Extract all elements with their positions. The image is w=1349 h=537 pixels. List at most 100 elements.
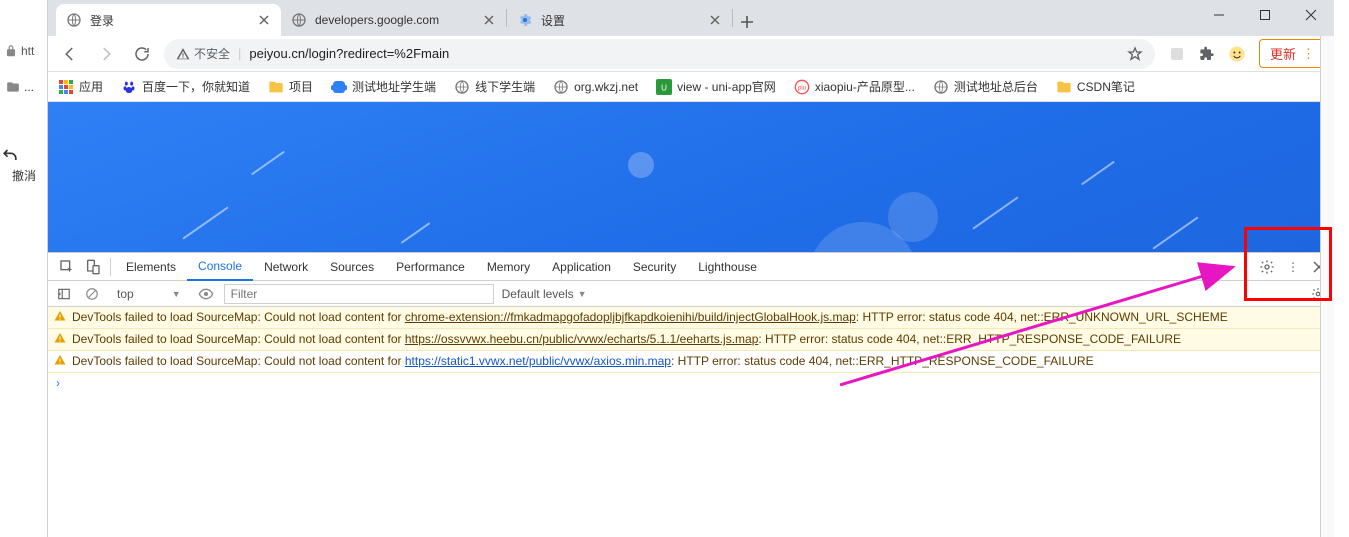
bookmark-label: xiaopiu-产品原型... (815, 78, 915, 95)
message-text: DevTools failed to load SourceMap: Could… (72, 310, 405, 324)
brain-icon (331, 79, 347, 95)
new-tab-button[interactable] (733, 8, 761, 36)
clear-console-icon[interactable] (82, 287, 102, 301)
uni-icon: U (656, 79, 672, 95)
message-text: : HTTP error: status code 404, net::ERR_… (758, 332, 1181, 346)
chevron-down-icon: ▼ (578, 289, 587, 299)
maximize-button[interactable] (1242, 0, 1288, 30)
bookmark-item[interactable]: piu xiaopiu-产品原型... (794, 78, 915, 95)
console-message[interactable]: DevTools failed to load SourceMap: Could… (48, 329, 1334, 351)
globe-icon (933, 79, 949, 95)
back-button[interactable] (56, 40, 84, 68)
warning-icon (54, 310, 66, 322)
globe-icon (66, 12, 82, 28)
forward-button[interactable] (92, 40, 120, 68)
window-controls (1196, 0, 1334, 30)
devtools-tab-memory[interactable]: Memory (476, 253, 541, 281)
close-icon[interactable] (257, 13, 271, 27)
devtools-tab-console[interactable]: Console (187, 253, 253, 281)
bookmark-label: 线下学生端 (475, 78, 535, 95)
message-text: : HTTP error: status code 404, net::ERR_… (671, 354, 1094, 368)
url-text: peiyou.cn/login?redirect=%2Fmain (249, 46, 1119, 61)
bookmark-item[interactable]: CSDN笔记 (1056, 78, 1135, 95)
piu-icon: piu (794, 79, 810, 95)
tab-3[interactable]: 设置 (507, 4, 732, 36)
bookmark-item[interactable]: 测试地址学生端 (331, 78, 436, 95)
device-toggle-icon[interactable] (80, 259, 106, 275)
warning-icon (54, 332, 66, 344)
close-window-button[interactable] (1288, 0, 1334, 30)
context-selector[interactable]: top▼ (110, 284, 188, 304)
undo-button[interactable]: 撤消 (0, 145, 48, 184)
bookmarks-bar: 应用 百度一下，你就知道 项目 测试地址学生端 线下学生端 org.wkzj.n… (48, 72, 1334, 102)
tab-bar: 登录 developers.google.com 设置 (48, 0, 1334, 36)
inspect-element-icon[interactable] (54, 259, 80, 275)
console-message[interactable]: DevTools failed to load SourceMap: Could… (48, 351, 1334, 373)
gear-icon (517, 12, 533, 28)
bookmark-item[interactable]: U view - uni-app官网 (656, 78, 776, 95)
tab-1[interactable]: 登录 (56, 4, 281, 36)
filter-input[interactable] (224, 284, 494, 304)
lock-icon (4, 44, 18, 58)
console-message[interactable]: DevTools failed to load SourceMap: Could… (48, 307, 1334, 329)
message-text: : HTTP error: status code 404, net::ERR_… (856, 310, 1228, 324)
bookmark-item[interactable]: 线下学生端 (454, 78, 535, 95)
devtools-tab-sources[interactable]: Sources (319, 253, 385, 281)
bookmark-label: CSDN笔记 (1077, 78, 1135, 95)
tab-title: 设置 (541, 12, 708, 29)
devtools-tab-network[interactable]: Network (253, 253, 319, 281)
log-levels-selector[interactable]: Default levels▼ (502, 287, 587, 301)
bookmark-item[interactable]: 百度一下，你就知道 (121, 78, 250, 95)
update-button[interactable]: 更新 ⋮ (1259, 39, 1326, 68)
baidu-icon (121, 79, 137, 95)
bookmark-label: 测试地址总后台 (954, 78, 1038, 95)
browser-window: 登录 developers.google.com 设置 不安全 (48, 0, 1334, 537)
console-sidebar-toggle-icon[interactable] (54, 287, 74, 301)
tab-2[interactable]: developers.google.com (281, 4, 506, 36)
outer-right-strip (1320, 36, 1334, 537)
globe-icon (291, 12, 307, 28)
message-link[interactable]: https://static1.vvwx.net/public/vvwx/axi… (405, 354, 671, 368)
live-expression-icon[interactable] (196, 286, 216, 302)
svg-text:piu: piu (798, 85, 806, 91)
bookmark-label: view - uni-app官网 (677, 78, 776, 95)
omnibox[interactable]: 不安全 | peiyou.cn/login?redirect=%2Fmain (164, 39, 1155, 69)
bookmark-label: 测试地址学生端 (352, 78, 436, 95)
devtools-tab-performance[interactable]: Performance (385, 253, 476, 281)
bookmark-apps[interactable]: 应用 (58, 78, 103, 95)
host-url-stub: htt (4, 44, 34, 58)
extension-icon[interactable] (1167, 44, 1187, 64)
message-link[interactable]: https://ossvvwx.heebu.cn/public/vvwx/ech… (405, 332, 759, 346)
console-toolbar: top▼ Default levels▼ (48, 281, 1334, 307)
security-indicator[interactable]: 不安全 (176, 45, 230, 62)
kebab-icon[interactable]: ⋮ (1284, 258, 1302, 276)
kebab-icon: ⋮ (1302, 46, 1315, 62)
minimize-button[interactable] (1196, 0, 1242, 30)
address-bar: 不安全 | peiyou.cn/login?redirect=%2Fmain 更… (48, 36, 1334, 72)
bookmark-item[interactable]: org.wkzj.net (553, 79, 638, 95)
devtools-tab-application[interactable]: Application (541, 253, 622, 281)
close-icon[interactable] (708, 13, 722, 27)
console-prompt[interactable]: › (48, 373, 1334, 394)
settings-gear-icon[interactable] (1258, 258, 1276, 276)
bookmark-item[interactable]: 项目 (268, 78, 313, 95)
devtools-tab-security[interactable]: Security (622, 253, 687, 281)
message-text: DevTools failed to load SourceMap: Could… (72, 332, 405, 346)
bookmark-star-icon[interactable] (1127, 46, 1143, 62)
console-output: DevTools failed to load SourceMap: Could… (48, 307, 1334, 537)
puzzle-icon[interactable] (1197, 44, 1217, 64)
apps-icon (58, 79, 74, 95)
close-icon[interactable] (482, 13, 496, 27)
smiley-icon[interactable] (1227, 44, 1247, 64)
devtools-tabs: Elements Console Network Sources Perform… (48, 253, 1334, 281)
undo-icon (0, 145, 20, 165)
bookmark-item[interactable]: 测试地址总后台 (933, 78, 1038, 95)
devtools-tab-elements[interactable]: Elements (115, 253, 187, 281)
folder-icon (1056, 79, 1072, 95)
host-sidebar: htt ... 撤消 (0, 0, 48, 537)
reload-button[interactable] (128, 40, 156, 68)
message-link[interactable]: chrome-extension://fmkadmapgofadopljbjfk… (405, 310, 856, 324)
devtools-tab-lighthouse[interactable]: Lighthouse (687, 253, 768, 281)
bookmark-label: 应用 (79, 78, 103, 95)
folder-icon (268, 79, 284, 95)
